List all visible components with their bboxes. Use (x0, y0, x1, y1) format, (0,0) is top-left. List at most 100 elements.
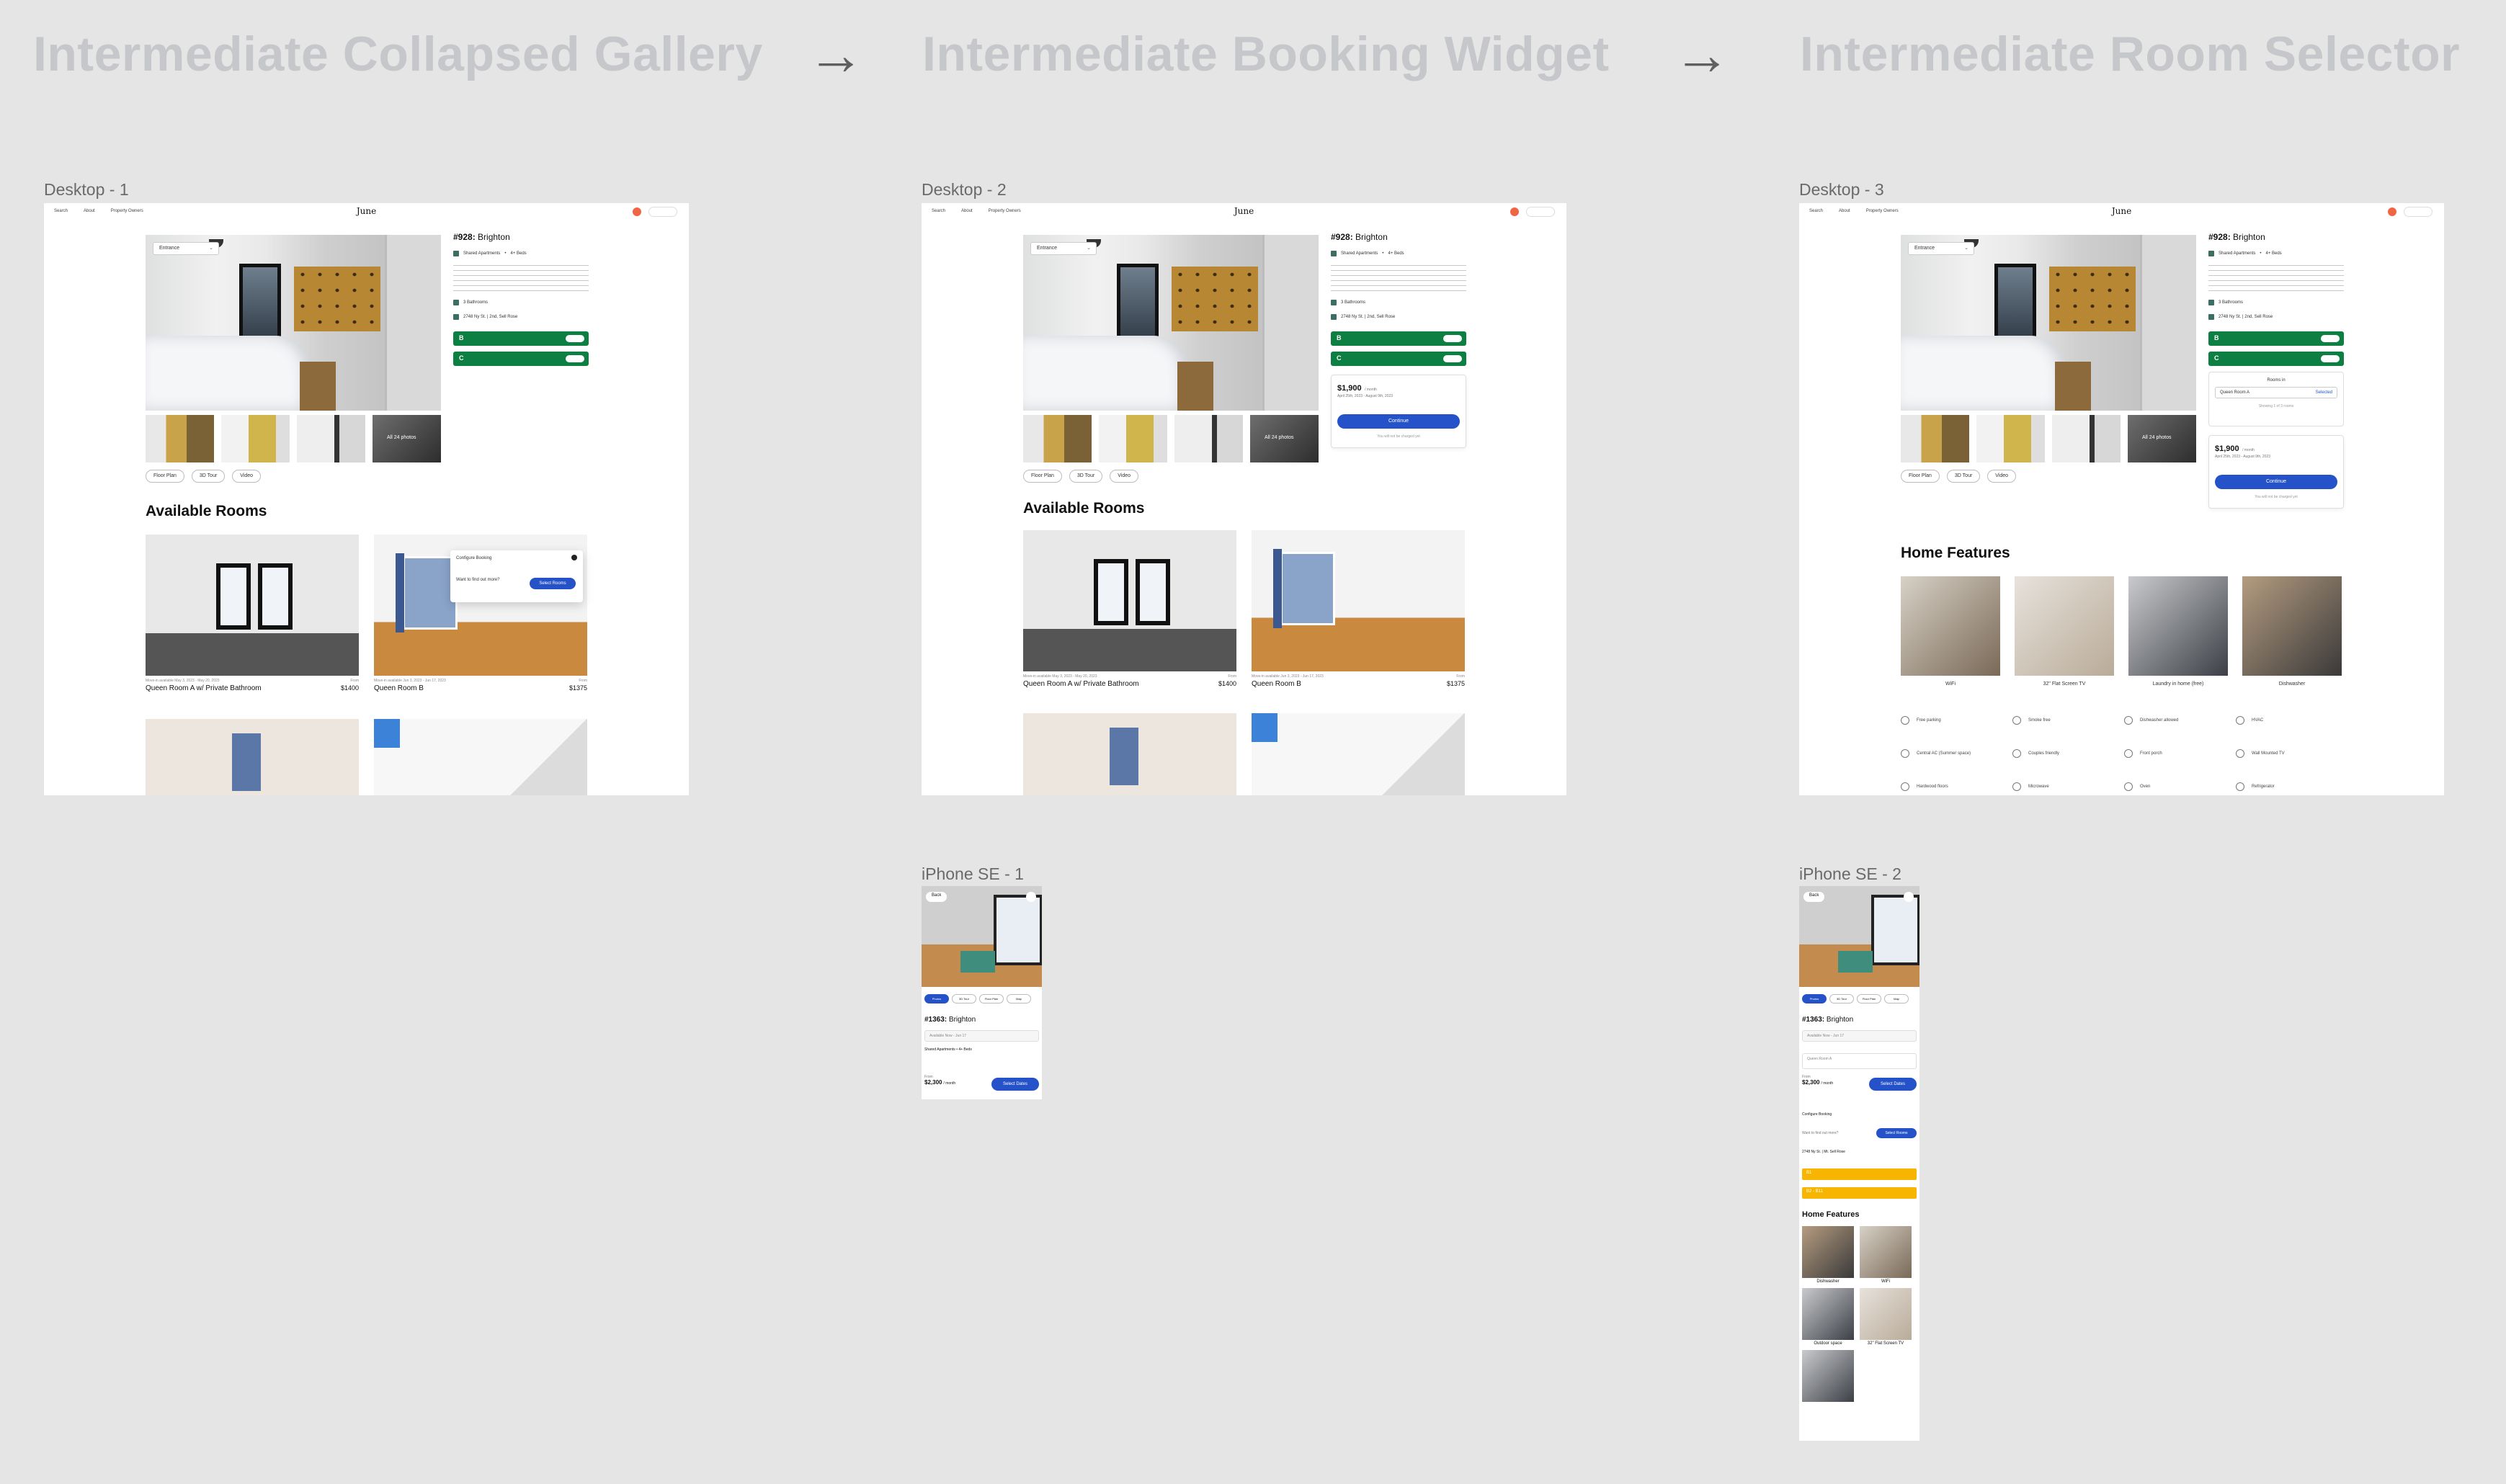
media-pills: Floor Plan 3D Tour Video (1023, 470, 1139, 483)
nav-link-owners[interactable]: Property Owners (111, 209, 143, 213)
frame-label-desktop-2[interactable]: Desktop - 2 (922, 180, 1007, 200)
notification-dot-icon[interactable] (633, 207, 641, 216)
3d-tour-button[interactable]: 3D Tour (1069, 470, 1103, 483)
nav-link-about[interactable]: About (1839, 209, 1850, 213)
room-card[interactable] (1252, 713, 1465, 795)
back-button[interactable]: Back (1803, 892, 1825, 902)
room-bar-b2[interactable]: B2 - B11 (1802, 1187, 1917, 1199)
select-dates-button[interactable]: Select Dates (1869, 1078, 1917, 1091)
3d-tour-button[interactable]: 3D Tour (191, 470, 226, 483)
room-bar-b[interactable]: B (2208, 331, 2344, 346)
main-photo[interactable]: Entrance ⌄ (146, 235, 441, 411)
room-card[interactable]: Move-in available May 3, 2023 - May 20, … (146, 535, 359, 692)
floor-plan-button[interactable]: Floor Plan (1023, 470, 1062, 483)
thumbnail[interactable] (1023, 415, 1092, 462)
floor-plan-pill[interactable]: Floor Plan (1857, 994, 1881, 1004)
gallery-select[interactable]: Entrance ⌄ (153, 242, 219, 255)
thumbnail[interactable] (1174, 415, 1243, 462)
june-logo[interactable]: June (2112, 206, 2131, 216)
room-card[interactable] (146, 719, 359, 795)
floor-plan-button[interactable]: Floor Plan (1901, 470, 1940, 483)
feature-card[interactable]: Laundry in home (free) (2128, 576, 2228, 687)
room-card[interactable]: Move-in available May 3, 2023 - May 20, … (1023, 530, 1236, 688)
notification-dot-icon[interactable] (2388, 207, 2396, 216)
nav-link-owners[interactable]: Property Owners (989, 209, 1021, 213)
continue-button[interactable]: Continue (1337, 414, 1460, 429)
thumbnail[interactable] (1099, 415, 1167, 462)
nav-link-about[interactable]: About (84, 209, 95, 213)
photos-pill[interactable]: Photos (1802, 994, 1827, 1004)
video-button[interactable]: Video (1110, 470, 1139, 483)
nav-link-about[interactable]: About (961, 209, 973, 213)
user-menu-button[interactable] (2404, 207, 2433, 217)
thumbnail[interactable] (1901, 415, 1969, 462)
feature-card[interactable]: 32" Flat Screen TV (1860, 1288, 1912, 1346)
availability-field[interactable]: Available Now - Jun 17 (1802, 1030, 1917, 1042)
nav-link-search[interactable]: Search (932, 209, 945, 213)
frame-label-desktop-1[interactable]: Desktop - 1 (44, 180, 129, 200)
room-bar-c[interactable]: C (453, 352, 589, 366)
continue-button[interactable]: Continue (2215, 475, 2337, 489)
photos-pill[interactable]: Photos (924, 994, 949, 1004)
room-select[interactable]: Queen Room A (1802, 1053, 1917, 1069)
frame-label-desktop-3[interactable]: Desktop - 3 (1799, 180, 1884, 200)
feature-card[interactable]: 32" Flat Screen TV (2015, 576, 2114, 687)
video-button[interactable]: Video (232, 470, 262, 483)
3d-tour-pill[interactable]: 3D Tour (1829, 994, 1854, 1004)
frame-label-iphone-1[interactable]: iPhone SE - 1 (922, 864, 1024, 884)
gallery-select[interactable]: Entrance ⌄ (1908, 242, 1974, 255)
select-dates-button[interactable]: Select Dates (991, 1078, 1039, 1091)
room-option[interactable]: Queen Room A Selected (2215, 387, 2337, 398)
map-pill[interactable]: Map (1884, 994, 1909, 1004)
amenity-item: Central AC (Summer space) (1901, 749, 2012, 758)
share-icon[interactable] (1026, 892, 1036, 902)
user-menu-button[interactable] (1526, 207, 1555, 217)
nav-link-search[interactable]: Search (54, 209, 68, 213)
notification-dot-icon[interactable] (1510, 207, 1519, 216)
select-rooms-button[interactable]: Select Rooms (1876, 1128, 1917, 1138)
frame-label-iphone-2[interactable]: iPhone SE - 2 (1799, 864, 1901, 884)
room-card[interactable] (374, 719, 587, 795)
room-bar-c[interactable]: C (1331, 352, 1466, 366)
room-bar-b[interactable]: B (1331, 331, 1466, 346)
all-photos-thumbnail[interactable]: All 24 photos (2128, 415, 2196, 462)
all-photos-thumbnail[interactable]: All 24 photos (373, 415, 441, 462)
availability-field[interactable]: Available Now - Jun 17 (924, 1030, 1039, 1042)
close-icon[interactable] (571, 555, 577, 560)
all-photos-thumbnail[interactable]: All 24 photos (1250, 415, 1319, 462)
thumbnail[interactable] (2052, 415, 2121, 462)
floor-plan-pill[interactable]: Floor Plan (979, 994, 1004, 1004)
june-logo[interactable]: June (357, 206, 376, 216)
main-photo[interactable]: Entrance ⌄ (1023, 235, 1319, 411)
room-bar-b1[interactable]: B1 (1802, 1168, 1917, 1180)
nav-link-search[interactable]: Search (1809, 209, 1823, 213)
bath-icon (2208, 300, 2214, 305)
room-bar-c[interactable]: C (2208, 352, 2344, 366)
feature-card[interactable]: Dishwasher (1802, 1226, 1854, 1284)
feature-card[interactable]: Dishwasher (2242, 576, 2342, 687)
floor-plan-button[interactable]: Floor Plan (146, 470, 184, 483)
gallery-select[interactable]: Entrance ⌄ (1030, 242, 1097, 255)
room-card[interactable]: Move-in available Jun 3, 2023 - Jun 17, … (1252, 530, 1465, 688)
feature-card[interactable]: WiFi (1860, 1226, 1912, 1284)
user-menu-button[interactable] (648, 207, 677, 217)
thumbnail[interactable] (221, 415, 290, 462)
feature-card[interactable] (1802, 1350, 1854, 1402)
thumbnail[interactable] (1976, 415, 2045, 462)
thumbnail[interactable] (297, 415, 365, 462)
select-rooms-button[interactable]: Select Rooms (530, 578, 576, 589)
june-logo[interactable]: June (1234, 206, 1254, 216)
main-photo[interactable]: Entrance ⌄ (1901, 235, 2196, 411)
room-bar-b[interactable]: B (453, 331, 589, 346)
nav-link-owners[interactable]: Property Owners (1866, 209, 1899, 213)
feature-card[interactable]: WiFi (1901, 576, 2000, 687)
video-button[interactable]: Video (1987, 470, 2017, 483)
back-button[interactable]: Back (926, 892, 947, 902)
share-icon[interactable] (1904, 892, 1914, 902)
thumbnail[interactable] (146, 415, 214, 462)
3d-tour-pill[interactable]: 3D Tour (952, 994, 976, 1004)
room-card[interactable] (1023, 713, 1236, 795)
feature-card[interactable]: Outdoor space (1802, 1288, 1854, 1346)
3d-tour-button[interactable]: 3D Tour (1946, 470, 1981, 483)
map-pill[interactable]: Map (1007, 994, 1031, 1004)
